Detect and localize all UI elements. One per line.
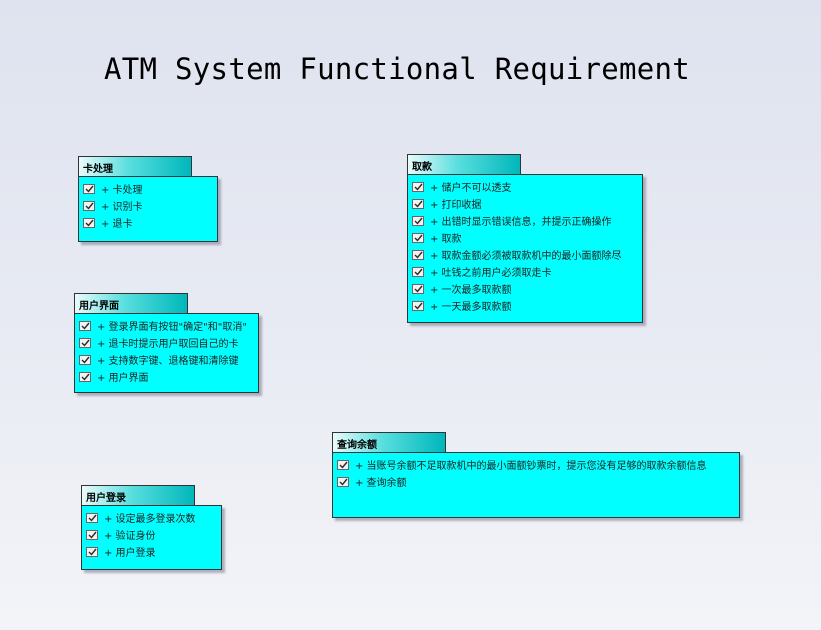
checkbox-icon (83, 217, 95, 228)
checkbox-icon (79, 337, 91, 348)
package-tab: 查询余额 (332, 432, 446, 453)
requirement-label: + 验证身份 (104, 531, 156, 542)
checkbox-icon (412, 198, 424, 209)
package-tab: 用户界面 (74, 293, 188, 314)
checkbox-icon (337, 459, 349, 470)
checkbox-icon (79, 354, 91, 365)
requirement-item[interactable]: + 查询余额 (337, 473, 739, 490)
requirement-item[interactable]: + 登录界面有按钮"确定"和"取消" (79, 317, 258, 334)
checkbox-icon (412, 181, 424, 192)
requirement-item[interactable]: + 吐钱之前用户必须取走卡 (412, 263, 642, 280)
requirement-label: + 取款 (430, 234, 462, 245)
requirement-label: + 查询余额 (355, 478, 407, 489)
diagram-title: ATM System Functional Requirement (104, 52, 691, 86)
package-user-login[interactable]: 用户登录 + 设定最多登录次数 + 验证身份 + 用户登录 (81, 485, 222, 570)
requirement-item[interactable]: + 支持数字键、退格键和清除键 (79, 351, 258, 368)
requirement-item[interactable]: + 取款 (412, 229, 642, 246)
package-body: + 储户不可以透支 + 打印收据 + 出错时显示错误信息，并提示正确操作 + 取… (407, 174, 643, 323)
package-body: + 卡处理 + 识别卡 + 退卡 (78, 176, 218, 242)
checkbox-icon (412, 249, 424, 260)
requirement-label: + 用户登录 (104, 548, 156, 559)
checkbox-icon (83, 183, 95, 194)
checkbox-icon (86, 512, 98, 523)
requirement-item[interactable]: + 识别卡 (83, 197, 217, 214)
requirement-label: + 用户界面 (97, 373, 149, 384)
checkbox-icon (412, 266, 424, 277)
requirement-label: + 一天最多取款额 (430, 302, 512, 313)
checkbox-icon (86, 546, 98, 557)
requirement-item[interactable]: + 退卡时提示用户取回自己的卡 (79, 334, 258, 351)
checkbox-icon (79, 371, 91, 382)
package-user-interface[interactable]: 用户界面 + 登录界面有按钮"确定"和"取消" + 退卡时提示用户取回自己的卡 … (74, 293, 259, 393)
checkbox-icon (412, 300, 424, 311)
package-body: + 设定最多登录次数 + 验证身份 + 用户登录 (81, 505, 222, 570)
requirement-label: + 取款金额必须被取款机中的最小面额除尽 (430, 251, 622, 262)
requirement-label: + 卡处理 (101, 185, 143, 196)
package-withdrawal[interactable]: 取款 + 储户不可以透支 + 打印收据 + 出错时显示错误信息，并提示正确操作 … (407, 154, 643, 323)
requirement-label: + 登录界面有按钮"确定"和"取消" (97, 322, 247, 333)
requirement-label: + 识别卡 (101, 202, 143, 213)
package-body: + 登录界面有按钮"确定"和"取消" + 退卡时提示用户取回自己的卡 + 支持数… (74, 313, 259, 393)
requirement-item[interactable]: + 当账号余额不足取款机中的最小面额钞票时，提示您没有足够的取款余额信息 (337, 456, 739, 473)
checkbox-icon (86, 529, 98, 540)
requirement-label: + 出错时显示错误信息，并提示正确操作 (430, 217, 612, 228)
checkbox-icon (412, 215, 424, 226)
requirement-item[interactable]: + 一天最多取款额 (412, 297, 642, 314)
package-tab: 用户登录 (81, 485, 195, 506)
requirement-label: + 吐钱之前用户必须取走卡 (430, 268, 552, 279)
checkbox-icon (412, 283, 424, 294)
checkbox-icon (79, 320, 91, 331)
requirement-item[interactable]: + 用户登录 (86, 543, 221, 560)
requirement-item[interactable]: + 验证身份 (86, 526, 221, 543)
requirement-label: + 当账号余额不足取款机中的最小面额钞票时，提示您没有足够的取款余额信息 (355, 461, 707, 472)
package-balance-inquiry[interactable]: 查询余额 + 当账号余额不足取款机中的最小面额钞票时，提示您没有足够的取款余额信… (332, 432, 740, 518)
requirement-label: + 支持数字键、退格键和清除键 (97, 356, 239, 367)
requirement-item[interactable]: + 卡处理 (83, 180, 217, 197)
requirement-item[interactable]: + 出错时显示错误信息，并提示正确操作 (412, 212, 642, 229)
requirement-item[interactable]: + 退卡 (83, 214, 217, 231)
requirement-label: + 打印收据 (430, 200, 482, 211)
requirement-item[interactable]: + 取款金额必须被取款机中的最小面额除尽 (412, 246, 642, 263)
requirement-label: + 储户不可以透支 (430, 183, 512, 194)
requirement-item[interactable]: + 用户界面 (79, 368, 258, 385)
package-tab: 取款 (407, 154, 521, 175)
requirement-item[interactable]: + 打印收据 (412, 195, 642, 212)
requirement-label: + 一次最多取款额 (430, 285, 512, 296)
package-card-processing[interactable]: 卡处理 + 卡处理 + 识别卡 + 退卡 (78, 156, 218, 242)
checkbox-icon (337, 476, 349, 487)
requirement-label: + 设定最多登录次数 (104, 514, 196, 525)
requirement-label: + 退卡 (101, 219, 133, 230)
package-body: + 当账号余额不足取款机中的最小面额钞票时，提示您没有足够的取款余额信息 + 查… (332, 452, 740, 518)
requirement-item[interactable]: + 储户不可以透支 (412, 178, 642, 195)
checkbox-icon (412, 232, 424, 243)
checkbox-icon (83, 200, 95, 211)
requirement-item[interactable]: + 设定最多登录次数 (86, 509, 221, 526)
requirement-item[interactable]: + 一次最多取款额 (412, 280, 642, 297)
package-tab: 卡处理 (78, 156, 192, 177)
requirement-label: + 退卡时提示用户取回自己的卡 (97, 339, 239, 350)
